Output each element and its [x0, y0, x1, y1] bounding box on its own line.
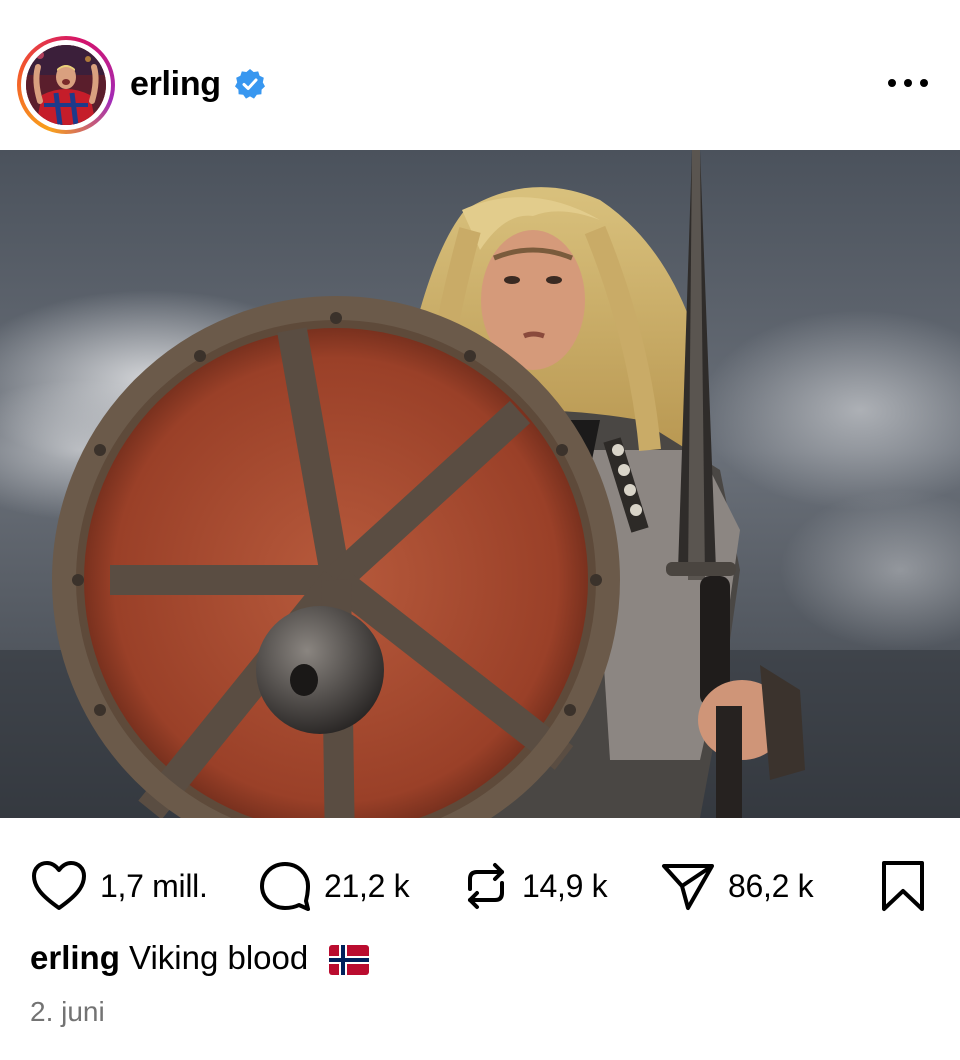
- post-photo[interactable]: [0, 150, 960, 818]
- repost-icon[interactable]: [462, 859, 510, 913]
- share-icon[interactable]: [660, 860, 716, 912]
- bookmark-icon[interactable]: [878, 859, 928, 913]
- caption-text: Viking blood: [129, 939, 309, 976]
- post-header: erling: [0, 0, 960, 150]
- heart-icon[interactable]: [30, 860, 88, 912]
- share-count: 86,2 k: [728, 867, 814, 904]
- post-username[interactable]: erling: [130, 60, 221, 108]
- story-ring[interactable]: [17, 36, 115, 134]
- post-date: 2. juni: [30, 996, 105, 1027]
- like-count: 1,7 mill.: [100, 867, 208, 904]
- more-options-icon[interactable]: [886, 68, 930, 98]
- comment-action[interactable]: 21,2 k: [258, 858, 410, 914]
- norway-flag-icon: [329, 945, 370, 976]
- share-action[interactable]: 86,2 k: [660, 858, 814, 914]
- comment-count: 21,2 k: [324, 867, 410, 904]
- profile-avatar[interactable]: [26, 45, 106, 125]
- repost-count: 14,9 k: [522, 867, 608, 904]
- post-caption: erling Viking blood: [30, 935, 370, 981]
- caption-username[interactable]: erling: [30, 939, 120, 976]
- verified-badge-icon: [235, 69, 265, 99]
- comment-icon[interactable]: [258, 859, 312, 913]
- viking-portrait-photo: [0, 150, 960, 818]
- repost-action[interactable]: 14,9 k: [462, 858, 608, 914]
- save-action[interactable]: [878, 858, 928, 914]
- avatar-image: [26, 45, 106, 125]
- like-action[interactable]: 1,7 mill.: [30, 858, 208, 914]
- action-bar: 1,7 mill. 21,2 k 14,9 k 86,2 k: [0, 818, 960, 938]
